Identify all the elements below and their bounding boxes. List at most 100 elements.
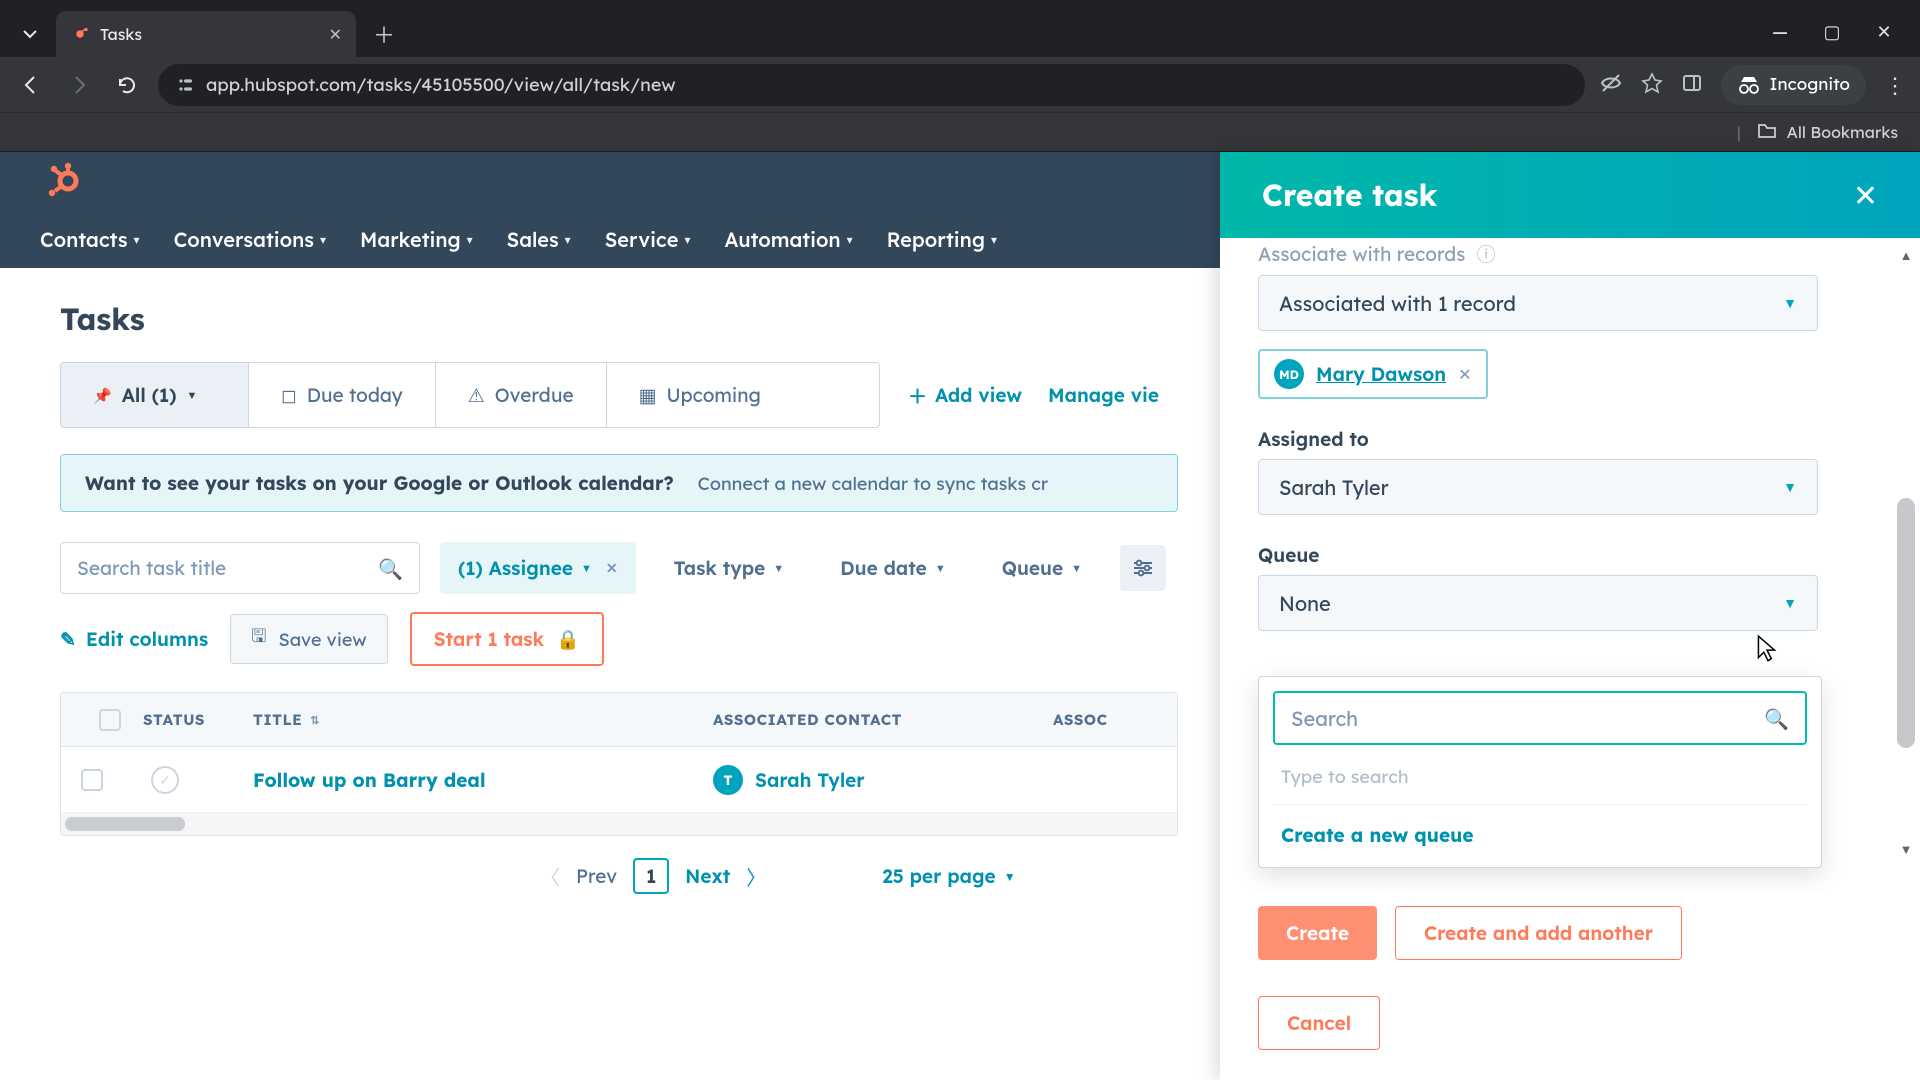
browser-toolbar: app.hubspot.com/tasks/45105500/view/all/…: [0, 57, 1920, 112]
filter-queue[interactable]: Queue ▼: [984, 542, 1100, 594]
nav-automation[interactable]: Automation▾: [724, 227, 852, 252]
tab-overdue[interactable]: ⚠︎ Overdue: [436, 363, 607, 427]
search-icon: 🔍: [1764, 706, 1789, 731]
new-tab-button[interactable]: ＋: [366, 16, 402, 52]
browser-menu-icon[interactable]: ⋮: [1884, 71, 1906, 99]
browser-tab-active[interactable]: Tasks ✕: [56, 11, 356, 57]
create-new-queue-link[interactable]: Create a new queue: [1273, 817, 1807, 853]
more-filters-button[interactable]: [1120, 545, 1166, 591]
scroll-thumb[interactable]: [1897, 498, 1915, 748]
task-status-icon[interactable]: [151, 766, 179, 794]
queue-search-input[interactable]: Search 🔍: [1273, 691, 1807, 745]
edit-columns-button[interactable]: ✎ Edit columns: [60, 627, 208, 651]
queue-search-placeholder: Search: [1291, 706, 1358, 731]
filter-due-date[interactable]: Due date ▼: [822, 542, 964, 594]
chevron-down-icon: ▼: [773, 561, 784, 575]
queue-select[interactable]: None ▼: [1258, 575, 1818, 631]
start-task-button[interactable]: Start 1 task 🔒: [410, 612, 604, 666]
save-view-button[interactable]: 🖫 Save view: [230, 614, 387, 664]
nav-sales[interactable]: Sales▾: [507, 227, 571, 252]
hide-extension-icon[interactable]: [1599, 71, 1623, 99]
per-page-select[interactable]: 25 per page ▼: [882, 864, 1015, 888]
table-horizontal-scrollbar[interactable]: [61, 813, 1177, 835]
assigned-to-select[interactable]: Sarah Tyler ▼: [1258, 459, 1818, 515]
col-assoc-contact[interactable]: ASSOCIATED CONTACT: [695, 710, 1035, 729]
row-checkbox[interactable]: [81, 769, 103, 791]
nav-conversations[interactable]: Conversations▾: [174, 227, 326, 252]
task-title-link[interactable]: Follow up on Barry deal: [235, 768, 695, 792]
filter-assignee[interactable]: (1) Assignee ▼ ✕: [440, 542, 636, 594]
nav-reload-button[interactable]: [110, 68, 144, 102]
tab-upcoming-label: Upcoming: [667, 383, 761, 407]
window-maximize-icon[interactable]: ▢: [1820, 20, 1844, 43]
window-minimize-icon[interactable]: ―: [1768, 20, 1792, 43]
chevron-down-icon: ▼: [1004, 869, 1016, 884]
manage-views-link[interactable]: Manage vie: [1048, 383, 1159, 407]
filter-due-date-label: Due date: [840, 556, 927, 580]
associated-records-select[interactable]: Associated with 1 record ▼: [1258, 275, 1818, 331]
scroll-down-icon[interactable]: ▼: [1900, 842, 1913, 858]
col-assoc-truncated[interactable]: ASSOC: [1035, 710, 1179, 729]
table-row[interactable]: Follow up on Barry deal T Sarah Tyler: [61, 747, 1177, 813]
chevron-down-icon: ▼: [581, 561, 592, 575]
col-title[interactable]: TITLE⇅: [235, 710, 695, 729]
col-status[interactable]: STATUS: [125, 710, 235, 729]
panel-close-icon[interactable]: ✕: [1853, 176, 1878, 214]
pager-prev-icon[interactable]: 〈: [540, 862, 560, 891]
address-bar[interactable]: app.hubspot.com/tasks/45105500/view/all/…: [158, 64, 1585, 106]
nav-service[interactable]: Service▾: [605, 227, 691, 252]
tab-all[interactable]: 📌 All (1) ▼: [61, 363, 249, 427]
associate-label-truncated: Associate with records ⓘ: [1258, 240, 1882, 267]
info-icon[interactable]: ⓘ: [1477, 242, 1496, 266]
nav-marketing[interactable]: Marketing▾: [360, 227, 473, 252]
side-panel-icon[interactable]: [1681, 72, 1703, 98]
contact-avatar: T: [713, 765, 743, 795]
nav-forward-button[interactable]: [62, 68, 96, 102]
scroll-up-icon[interactable]: ▲: [1900, 248, 1913, 264]
per-page-label: 25 per page: [882, 864, 996, 888]
browser-titlebar: Tasks ✕ ＋ ― ▢ ✕: [0, 0, 1920, 57]
sort-icon: ⇅: [310, 713, 320, 727]
panel-scrollbar[interactable]: ▲ ▼: [1896, 248, 1916, 858]
select-all-checkbox[interactable]: [99, 709, 121, 731]
window-close-icon[interactable]: ✕: [1872, 20, 1896, 43]
incognito-chip[interactable]: Incognito: [1721, 65, 1866, 105]
hubspot-logo-icon[interactable]: [46, 161, 86, 201]
pager-prev[interactable]: Prev: [576, 864, 617, 888]
tab-close-icon[interactable]: ✕: [329, 24, 342, 44]
record-name-link[interactable]: Mary Dawson: [1316, 362, 1446, 386]
pager-next[interactable]: Next: [685, 864, 730, 888]
nav-contacts[interactable]: Contacts▾: [40, 227, 140, 252]
site-info-icon[interactable]: [176, 76, 194, 94]
associated-record-chip: MD Mary Dawson ✕: [1258, 349, 1488, 399]
bookmarks-folder-icon[interactable]: [1757, 121, 1777, 143]
nav-reporting[interactable]: Reporting▾: [887, 227, 997, 252]
create-button[interactable]: Create: [1258, 906, 1377, 960]
remove-record-icon[interactable]: ✕: [1458, 364, 1471, 384]
clear-filter-icon[interactable]: ✕: [606, 559, 618, 577]
task-search-input[interactable]: Search task title 🔍: [60, 542, 420, 594]
pager-current[interactable]: 1: [633, 858, 669, 894]
add-view-button[interactable]: ＋ Add view: [908, 382, 1022, 409]
add-view-label: Add view: [935, 383, 1022, 407]
filter-task-type-label: Task type: [674, 556, 766, 580]
create-and-add-another-button[interactable]: Create and add another: [1395, 906, 1682, 960]
cancel-button[interactable]: Cancel: [1258, 996, 1380, 1050]
contact-link[interactable]: Sarah Tyler: [755, 768, 865, 792]
filter-task-type[interactable]: Task type ▼: [656, 542, 803, 594]
panel-title: Create task: [1262, 176, 1437, 214]
lock-icon: 🔒: [556, 627, 580, 651]
save-icon: 🖫: [251, 624, 266, 654]
tab-list-dropdown[interactable]: [10, 14, 50, 54]
all-bookmarks-link[interactable]: All Bookmarks: [1787, 122, 1898, 142]
edit-columns-label: Edit columns: [86, 627, 208, 651]
nav-back-button[interactable]: [14, 68, 48, 102]
save-view-label: Save view: [279, 628, 367, 651]
bookmark-star-icon[interactable]: [1641, 72, 1663, 98]
tab-due-today[interactable]: ◻︎ Due today: [249, 363, 436, 427]
chevron-down-icon: ▼: [1783, 478, 1797, 496]
tab-upcoming[interactable]: ▦ Upcoming: [607, 363, 793, 427]
pager-next-icon[interactable]: 〉: [746, 862, 766, 891]
task-search-placeholder: Search task title: [77, 556, 226, 580]
chevron-down-icon: ▾: [991, 232, 997, 247]
